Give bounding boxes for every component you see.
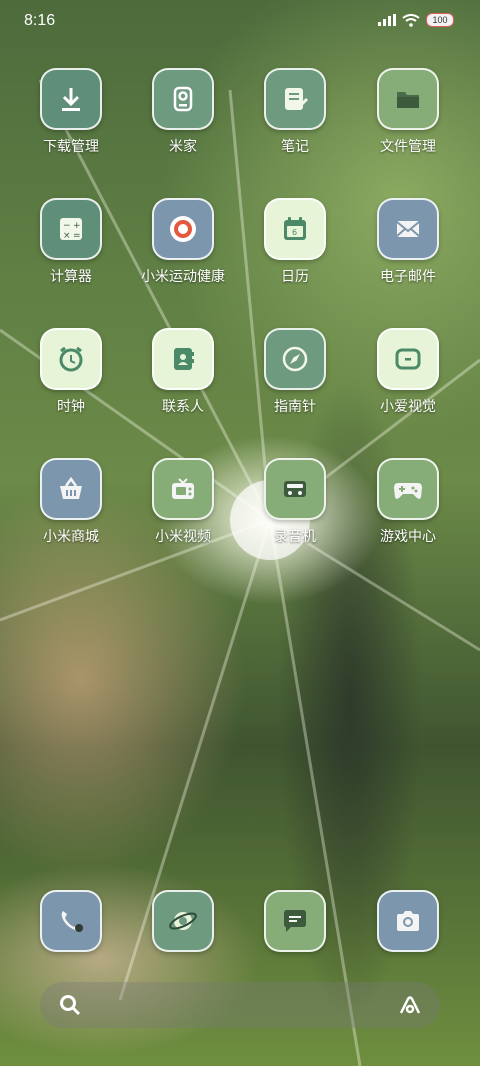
app-game-center[interactable]: 游戏中心	[353, 458, 463, 546]
dock-browser[interactable]	[128, 890, 238, 952]
folder-icon	[397, 92, 419, 108]
app-label: 文件管理	[380, 139, 436, 155]
app-label: 时钟	[57, 399, 85, 415]
app-tile[interactable]	[152, 890, 214, 952]
mijia-icon	[173, 86, 193, 112]
app-email[interactable]: 电子邮件	[353, 198, 463, 286]
app-label: 小爱视觉	[380, 399, 436, 415]
app-mi-fitness[interactable]: 小米运动健康	[128, 198, 238, 286]
app-tile[interactable]	[377, 68, 439, 130]
app-download-manager[interactable]: 下载管理	[16, 68, 126, 156]
search-bar[interactable]	[40, 982, 440, 1028]
app-label: 电子邮件	[380, 269, 436, 285]
search-icon[interactable]	[58, 993, 82, 1017]
messages-icon	[284, 910, 306, 932]
app-tile[interactable]: 6	[264, 198, 326, 260]
status-icons: 100	[378, 13, 454, 27]
battery-indicator: 100	[426, 13, 454, 27]
app-tile[interactable]	[152, 458, 214, 520]
app-label: 小米商城	[43, 529, 99, 545]
video-icon	[172, 478, 194, 499]
app-notes[interactable]: 笔记	[240, 68, 350, 156]
app-label: 笔记	[281, 139, 309, 155]
dock-messages[interactable]	[240, 890, 350, 952]
app-tile[interactable]	[264, 458, 326, 520]
app-label: 游戏中心	[380, 529, 436, 545]
dock-phone[interactable]	[16, 890, 126, 952]
clock-icon	[59, 346, 83, 372]
app-xiaoai-vision[interactable]: 小爱视觉	[353, 328, 463, 416]
calendar-icon: 6	[284, 217, 306, 240]
download-icon	[62, 88, 80, 111]
svg-text:×: ×	[63, 231, 71, 241]
app-label: 米家	[169, 139, 197, 155]
app-tile[interactable]	[152, 68, 214, 130]
app-label: 日历	[281, 269, 309, 285]
calculator-icon: − + × =	[60, 218, 82, 241]
status-bar: 8:16 100	[0, 0, 480, 44]
app-mijia[interactable]: 米家	[128, 68, 238, 156]
compass-icon	[282, 346, 308, 372]
signal-icon	[378, 14, 396, 26]
app-calculator[interactable]: − + × = 计算器	[16, 198, 126, 286]
app-tile[interactable]	[40, 890, 102, 952]
svg-text:+: +	[73, 221, 81, 231]
app-label: 小米视频	[155, 529, 211, 545]
app-tile[interactable]	[40, 458, 102, 520]
notes-icon	[285, 88, 309, 110]
app-label: 指南针	[274, 399, 316, 415]
status-time: 8:16	[24, 12, 56, 29]
app-tile[interactable]	[40, 68, 102, 130]
app-mi-video[interactable]: 小米视频	[128, 458, 238, 546]
browser-icon	[169, 912, 197, 930]
app-tile[interactable]	[377, 198, 439, 260]
app-label: 录音机	[274, 529, 316, 545]
svg-text:6: 6	[292, 228, 297, 237]
app-label: 下载管理	[43, 139, 99, 155]
camera-icon	[397, 911, 419, 931]
app-file-manager[interactable]: 文件管理	[353, 68, 463, 156]
mail-icon	[396, 221, 420, 237]
assistant-icon[interactable]	[398, 993, 422, 1017]
shop-basket-icon	[60, 476, 82, 499]
recorder-icon	[284, 481, 306, 497]
svg-text:=: =	[73, 231, 81, 241]
app-label: 小米运动健康	[141, 269, 225, 285]
app-mi-store[interactable]: 小米商城	[16, 458, 126, 546]
app-label: 计算器	[50, 269, 92, 285]
contacts-icon	[174, 348, 194, 370]
app-tile[interactable]	[377, 328, 439, 390]
phone-icon	[61, 911, 83, 932]
app-tile[interactable]	[264, 328, 326, 390]
app-tile[interactable]	[264, 68, 326, 130]
app-tile[interactable]	[152, 328, 214, 390]
app-contacts[interactable]: 联系人	[128, 328, 238, 416]
scan-icon	[395, 348, 421, 370]
app-compass[interactable]: 指南针	[240, 328, 350, 416]
app-label: 联系人	[162, 399, 204, 415]
app-tile[interactable]: − + × =	[40, 198, 102, 260]
app-tile[interactable]	[377, 458, 439, 520]
app-tile[interactable]	[377, 890, 439, 952]
app-tile[interactable]	[152, 198, 214, 260]
app-recorder[interactable]: 录音机	[240, 458, 350, 546]
app-tile[interactable]	[40, 328, 102, 390]
fitness-icon	[170, 216, 196, 242]
dock-camera[interactable]	[353, 890, 463, 952]
gamepad-icon	[394, 483, 422, 499]
app-tile[interactable]	[264, 890, 326, 952]
app-calendar[interactable]: 6 日历	[240, 198, 350, 286]
app-clock[interactable]: 时钟	[16, 328, 126, 416]
wifi-icon	[402, 13, 420, 27]
svg-text:−: −	[63, 221, 71, 231]
